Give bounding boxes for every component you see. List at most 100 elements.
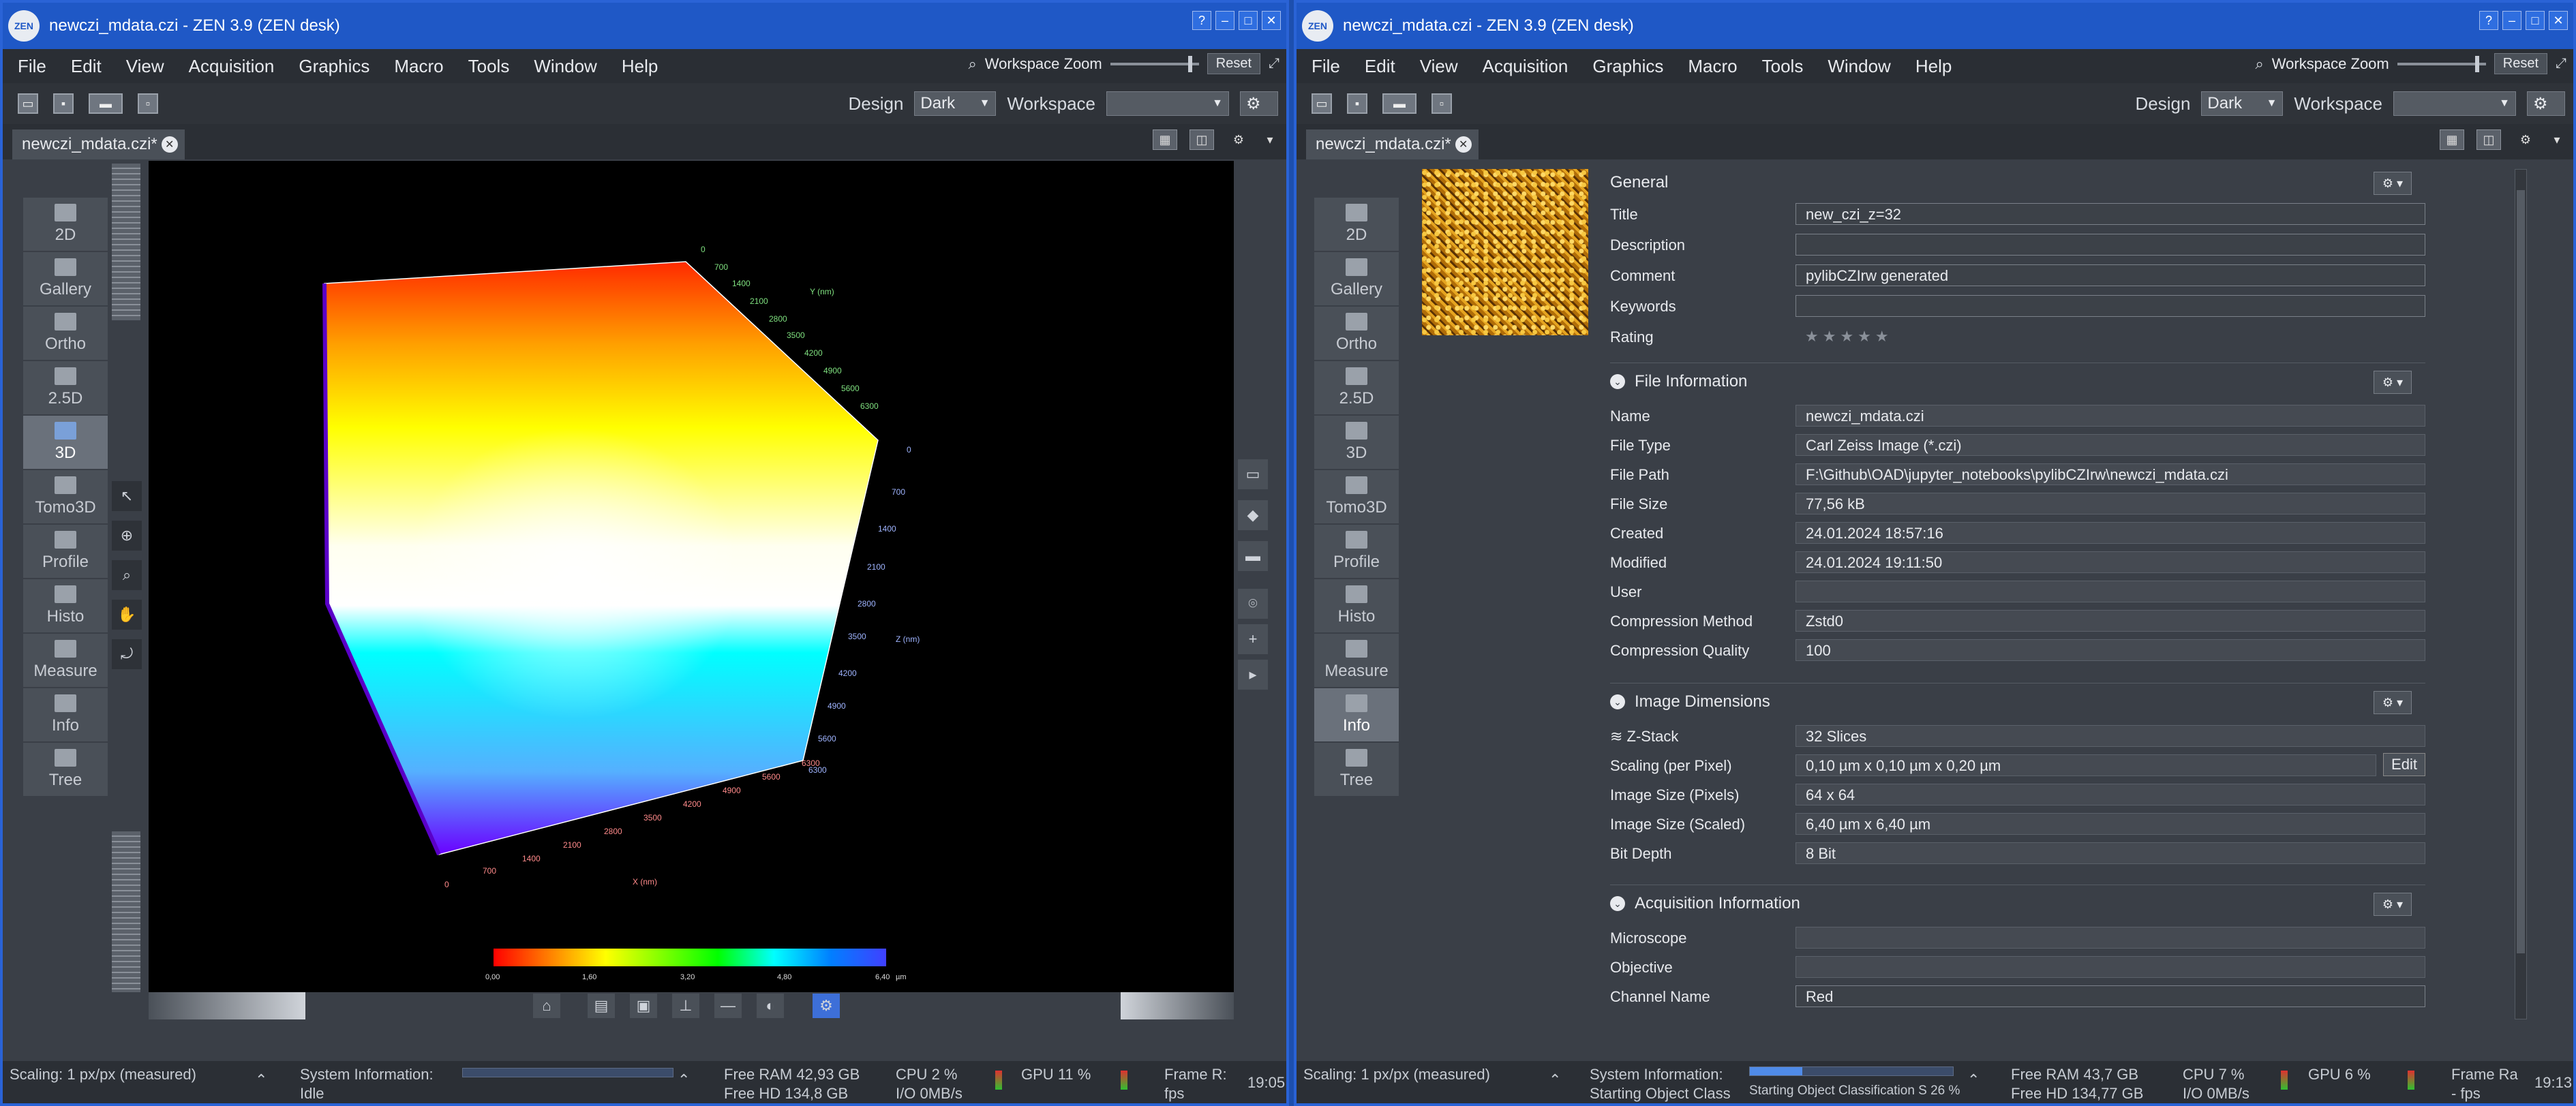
- help-button[interactable]: ?: [2479, 11, 2498, 30]
- nav-3d[interactable]: 3D: [23, 416, 108, 470]
- zoom-slider-top[interactable]: [112, 164, 140, 320]
- home-view-icon[interactable]: ⌂: [533, 994, 560, 1018]
- rotate-tool-icon[interactable]: ⤾: [112, 639, 142, 669]
- snap-icon[interactable]: ▬: [89, 93, 123, 114]
- help-button[interactable]: ?: [1192, 11, 1211, 30]
- pointer-tool-icon[interactable]: ↖: [112, 481, 142, 511]
- minimize-button[interactable]: –: [2502, 11, 2521, 30]
- open-icon[interactable]: ▭: [18, 93, 38, 114]
- design-dropdown[interactable]: Dark ▼: [2201, 91, 2284, 116]
- menu-tools[interactable]: Tools: [468, 56, 510, 77]
- nav-histo[interactable]: Histo: [1314, 579, 1399, 634]
- axes-icon[interactable]: ⊥: [672, 994, 699, 1018]
- menu-edit[interactable]: Edit: [71, 56, 102, 77]
- workspace-zoom-slider[interactable]: [1110, 55, 1199, 72]
- menu-file[interactable]: File: [18, 56, 46, 77]
- info-scrollbar[interactable]: [2515, 169, 2527, 1019]
- menu-edit[interactable]: Edit: [1365, 56, 1395, 77]
- file-info-heading[interactable]: ⌄ File Information: [1610, 368, 1747, 395]
- nav-tomo3d[interactable]: Tomo3D: [1314, 470, 1399, 525]
- document-tab[interactable]: newczi_mdata.czi* ✕: [12, 129, 185, 159]
- nav-2-5d[interactable]: 2.5D: [1314, 361, 1399, 416]
- chevron-down-icon[interactable]: ▾: [1263, 129, 1277, 150]
- settings-gear-button[interactable]: ⚙: [1240, 91, 1278, 116]
- nav-tomo3d[interactable]: Tomo3D: [23, 470, 108, 525]
- menu-graphics[interactable]: Graphics: [1592, 56, 1663, 77]
- acq-info-options-button[interactable]: ⚙ ▾: [2374, 893, 2412, 916]
- box-icon[interactable]: ▣: [630, 994, 657, 1018]
- nav-2d[interactable]: 2D: [1314, 198, 1399, 252]
- search-icon[interactable]: ⌕: [2255, 55, 2263, 73]
- horizontal-slider-right[interactable]: [1121, 992, 1234, 1019]
- general-options-button[interactable]: ⚙ ▾: [2374, 172, 2412, 195]
- crosshair-tool-icon[interactable]: ⊕: [112, 521, 142, 551]
- save-icon[interactable]: ▪: [1347, 93, 1367, 114]
- surface-mode-icon[interactable]: ◆: [1238, 500, 1268, 530]
- zoom-tool-icon[interactable]: ⌕: [112, 560, 142, 590]
- play-icon[interactable]: ▸: [1238, 660, 1268, 690]
- nav-ortho[interactable]: Ortho: [1314, 307, 1399, 361]
- nav-measure[interactable]: Measure: [1314, 634, 1399, 688]
- maximize-button[interactable]: □: [1239, 11, 1258, 30]
- close-button[interactable]: ✕: [2549, 11, 2568, 30]
- snap-icon[interactable]: ▬: [1382, 93, 1416, 114]
- comment-input[interactable]: pylibCZIrw generated: [1795, 264, 2425, 286]
- gear-icon[interactable]: ⚙: [1226, 129, 1251, 150]
- document-tab[interactable]: newczi_mdata.czi* ✕: [1306, 129, 1479, 159]
- chevron-up-icon[interactable]: ⌃: [1549, 1071, 1561, 1090]
- nav-gallery[interactable]: Gallery: [23, 252, 108, 307]
- batch-icon[interactable]: ▫: [1431, 93, 1452, 114]
- save-icon[interactable]: ▪: [53, 93, 74, 114]
- gear-icon[interactable]: ⚙: [2513, 129, 2538, 150]
- scale-bar-icon[interactable]: —: [714, 994, 742, 1018]
- settings-gear-button[interactable]: ⚙: [2527, 91, 2565, 116]
- workspace-dropdown[interactable]: ▼: [2393, 91, 2516, 116]
- close-tab-icon[interactable]: ✕: [1455, 136, 1472, 153]
- nav-info[interactable]: Info: [23, 688, 108, 743]
- nav-histo[interactable]: Histo: [23, 579, 108, 634]
- menu-acquisition[interactable]: Acquisition: [1483, 56, 1569, 77]
- title-input[interactable]: new_czi_z=32: [1795, 203, 2425, 225]
- ruler-icon[interactable]: ▤: [588, 994, 615, 1018]
- nav-3d[interactable]: 3D: [1314, 416, 1399, 470]
- nav-ortho[interactable]: Ortho: [23, 307, 108, 361]
- chevron-up-icon[interactable]: ⌃: [255, 1071, 267, 1090]
- horizontal-slider-left[interactable]: [149, 992, 305, 1019]
- design-dropdown[interactable]: Dark ▼: [914, 91, 997, 116]
- search-icon[interactable]: ⌕: [968, 55, 976, 73]
- chevron-down-icon[interactable]: ▾: [2550, 129, 2564, 150]
- menu-file[interactable]: File: [1312, 56, 1340, 77]
- batch-icon[interactable]: ▫: [138, 93, 158, 114]
- menu-window[interactable]: Window: [1828, 56, 1890, 77]
- clip-mode-icon[interactable]: ▬: [1238, 541, 1268, 571]
- menu-view[interactable]: View: [126, 56, 164, 77]
- close-tab-icon[interactable]: ✕: [161, 136, 178, 153]
- chevron-up-icon[interactable]: ⌃: [1967, 1071, 1980, 1090]
- nav-gallery[interactable]: Gallery: [1314, 252, 1399, 307]
- rating-stars[interactable]: ★★★★★: [1795, 326, 2425, 348]
- workspace-zoom-slider[interactable]: [2397, 55, 2486, 72]
- image-dims-heading[interactable]: ⌄ Image Dimensions: [1610, 688, 1770, 716]
- image-dims-options-button[interactable]: ⚙ ▾: [2374, 691, 2412, 714]
- split-view-icon[interactable]: ◫: [1189, 129, 1214, 150]
- render-mode-icon[interactable]: ▭: [1238, 459, 1268, 489]
- settings-blue-icon[interactable]: ⚙: [813, 994, 840, 1018]
- chevron-up-icon[interactable]: ⌃: [678, 1071, 690, 1090]
- nav-measure[interactable]: Measure: [23, 634, 108, 688]
- nav-2d[interactable]: 2D: [23, 198, 108, 252]
- open-icon[interactable]: ▭: [1312, 93, 1332, 114]
- split-view-icon[interactable]: ◫: [2476, 129, 2501, 150]
- grid-layout-icon[interactable]: ▦: [1153, 129, 1177, 150]
- reset-button[interactable]: Reset: [2494, 53, 2547, 74]
- close-button[interactable]: ✕: [1262, 11, 1281, 30]
- nav-profile[interactable]: Profile: [23, 525, 108, 579]
- nav-info[interactable]: Info: [1314, 688, 1399, 743]
- zoom-slider-bottom[interactable]: [112, 831, 140, 992]
- menu-acquisition[interactable]: Acquisition: [189, 56, 275, 77]
- acq-info-heading[interactable]: ⌄ Acquisition Information: [1610, 890, 1800, 917]
- menu-help[interactable]: Help: [1915, 56, 1952, 77]
- edit-scaling-button[interactable]: Edit: [2383, 753, 2425, 776]
- add-icon[interactable]: +: [1238, 624, 1268, 654]
- nav-profile[interactable]: Profile: [1314, 525, 1399, 579]
- menu-help[interactable]: Help: [622, 56, 658, 77]
